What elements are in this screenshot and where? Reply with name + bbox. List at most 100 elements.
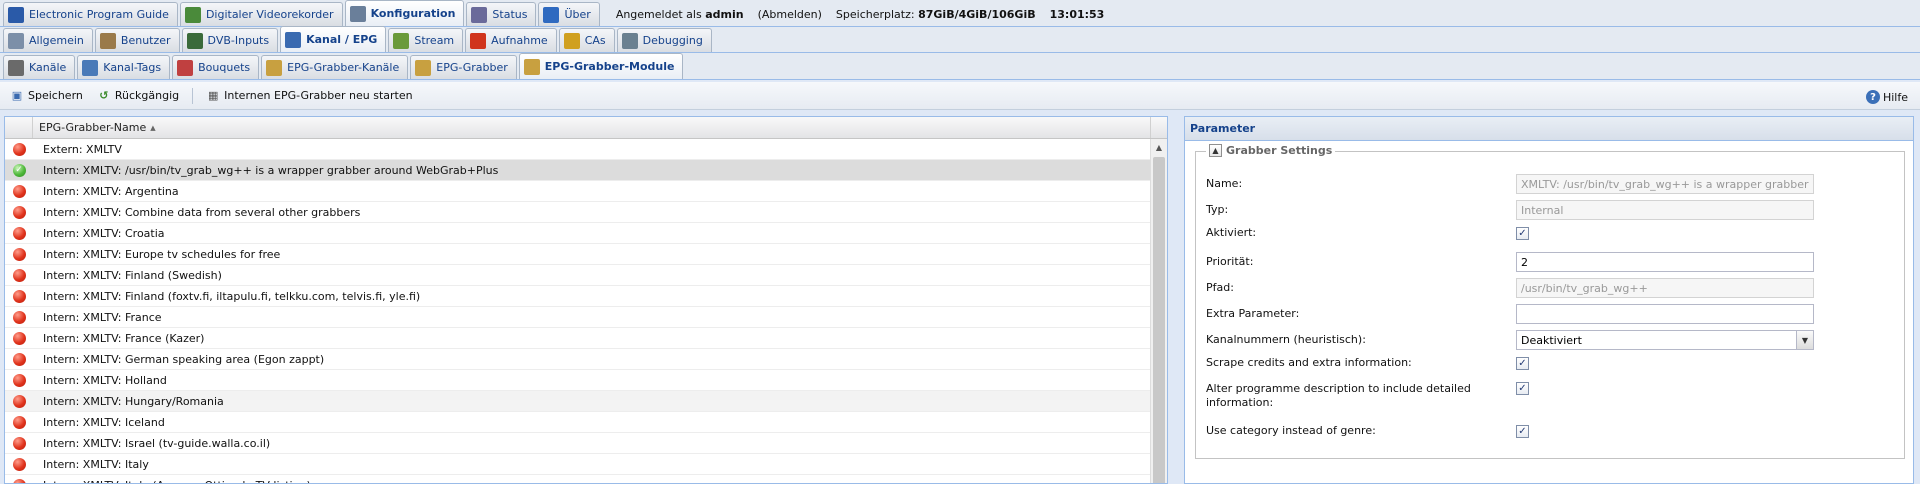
restart-epg-grabber-button[interactable]: ▦ Internen EPG-Grabber neu starten <box>202 87 416 105</box>
enabled-checkbox[interactable]: ✓ <box>1516 226 1529 240</box>
table-row[interactable]: Intern: XMLTV: Italy <box>5 454 1150 475</box>
grid-scrollbar[interactable]: ▲ <box>1150 139 1167 483</box>
disabled-status-icon <box>12 268 26 282</box>
table-row[interactable]: Intern: XMLTV: Holland <box>5 370 1150 391</box>
table-row[interactable]: Intern: XMLTV: Europe tv schedules for f… <box>5 244 1150 265</box>
use-category-checkbox[interactable]: ✓ <box>1516 424 1529 438</box>
panel-title: Parameter <box>1185 117 1913 141</box>
type-field[interactable]: Internal <box>1516 200 1814 220</box>
help-icon: ? <box>1865 90 1880 104</box>
scrape-credits-checkbox[interactable]: ✓ <box>1516 356 1529 370</box>
table-row[interactable]: ✓ Intern: XMLTV: /usr/bin/tv_grab_wg++ is… <box>5 160 1150 181</box>
help-button[interactable]: ? Hilfe <box>1862 88 1912 106</box>
config-tab-allgemein[interactable]: Allgemein <box>3 28 93 52</box>
grabber-name: Intern: XMLTV: Croatia <box>43 226 165 240</box>
folder-icon <box>523 58 540 75</box>
storage-text: Speicherplatz: 87GiB/4GiB/106GiB <box>835 7 1036 21</box>
path-label: Pfad: <box>1206 281 1234 294</box>
disabled-status-icon <box>12 142 26 156</box>
table-row[interactable]: Intern: XMLTV: Hungary/Romania <box>5 391 1150 412</box>
table-row[interactable]: Intern: XMLTV: Croatia <box>5 223 1150 244</box>
table-row[interactable]: Intern: XMLTV: German speaking area (Ego… <box>5 349 1150 370</box>
alter-description-row: Alter programme description to include d… <box>1206 382 1896 410</box>
epg-icon <box>8 6 24 23</box>
sub-tab-kanal-tags[interactable]: Kanal-Tags <box>77 55 171 79</box>
tv-icon <box>285 31 302 48</box>
collapse-icon[interactable]: ▲ <box>1209 144 1222 157</box>
path-row: Pfad: /usr/bin/tv_grab_wg++ <box>1206 278 1896 298</box>
grabber-name: Intern: XMLTV: Italy <box>43 457 149 471</box>
info-icon <box>543 6 560 23</box>
table-row[interactable]: Intern: XMLTV: Finland (foxtv.fi, iltapu… <box>5 286 1150 307</box>
name-column-header[interactable]: EPG-Grabber-Name ▲ <box>33 117 1151 138</box>
enabled-row: Aktiviert: ✓ <box>1206 226 1896 240</box>
grabber-name: Intern: XMLTV: Holland <box>43 373 167 387</box>
priority-field[interactable]: 2 <box>1516 252 1814 272</box>
logout-link[interactable]: (Abmelden) <box>758 8 822 21</box>
table-row[interactable]: Intern: XMLTV: Italy (Accesso Ottimale T… <box>5 475 1150 483</box>
disabled-status-icon <box>12 373 26 387</box>
chevron-down-icon[interactable]: ▼ <box>1796 331 1813 349</box>
sub-tab-kanäle[interactable]: Kanäle <box>3 55 76 79</box>
table-row[interactable]: Extern: XMLTV <box>5 139 1150 160</box>
sort-asc-icon: ▲ <box>150 123 156 132</box>
save-button[interactable]: ▣ Speichern <box>6 87 87 105</box>
main-tab-status[interactable]: Status <box>466 2 537 26</box>
config-tab-stream[interactable]: Stream <box>388 28 464 52</box>
alter-description-checkbox[interactable]: ✓ <box>1516 382 1529 395</box>
tags-icon <box>82 59 99 76</box>
record-icon <box>470 32 487 49</box>
extra-parameter-field[interactable] <box>1516 304 1814 324</box>
channel-numbers-select[interactable]: Deaktiviert ▼ <box>1516 330 1814 350</box>
grabber-name: Intern: XMLTV: Combine data from several… <box>43 205 361 219</box>
use-category-label: Use category instead of genre: <box>1206 424 1376 437</box>
main-tab-digitaler-videorekorder[interactable]: Digitaler Videorekorder <box>179 2 343 26</box>
logged-in-text: Angemeldet als admin <box>615 7 744 21</box>
main-tab-über[interactable]: Über <box>538 2 600 26</box>
disabled-status-icon <box>12 457 26 471</box>
table-row[interactable]: Intern: XMLTV: France (Kazer) <box>5 328 1150 349</box>
toolbar-separator <box>192 87 194 104</box>
name-row: Name: XMLTV: /usr/bin/tv_grab_wg++ is a … <box>1206 174 1896 194</box>
status-column-header <box>5 117 33 138</box>
type-label: Typ: <box>1206 203 1229 216</box>
config-tab-aufnahme[interactable]: Aufnahme <box>465 28 557 52</box>
user-icon <box>99 32 116 49</box>
table-row[interactable]: Intern: XMLTV: France <box>5 307 1150 328</box>
scroll-up-icon[interactable]: ▲ <box>1151 139 1167 155</box>
config-tab-kanal-epg[interactable]: Kanal / EPG <box>280 26 387 52</box>
sub-tab-epg-grabber[interactable]: EPG-Grabber <box>410 55 517 79</box>
undo-icon: ↺ <box>99 89 109 102</box>
remote-icon <box>8 59 24 76</box>
save-icon: ▣ <box>11 89 23 102</box>
config-tab-debugging[interactable]: Debugging <box>616 28 712 52</box>
table-row[interactable]: Intern: XMLTV: Argentina <box>5 181 1150 202</box>
disabled-status-icon <box>12 310 26 324</box>
folder-icon <box>266 59 283 76</box>
grabber-name: Intern: XMLTV: Europe tv schedules for f… <box>43 247 281 261</box>
main-tab-electronic-program-guide[interactable]: Electronic Program Guide <box>3 2 178 26</box>
sub-tab-epg-grabber-module[interactable]: EPG-Grabber-Module <box>518 53 684 79</box>
config-tab-dvb-inputs[interactable]: DVB-Inputs <box>181 28 279 52</box>
sub-tab-bouquets[interactable]: Bouquets <box>172 55 260 79</box>
extra-parameter-label: Extra Parameter: <box>1206 307 1300 320</box>
name-field[interactable]: XMLTV: /usr/bin/tv_grab_wg++ is a wrappe… <box>1516 174 1814 194</box>
sub-tab-epg-grabber-kanäle[interactable]: EPG-Grabber-Kanäle <box>261 55 409 79</box>
bouquet-icon <box>177 59 194 76</box>
config-tab-benutzer[interactable]: Benutzer <box>94 28 180 52</box>
path-field[interactable]: /usr/bin/tv_grab_wg++ <box>1516 278 1814 298</box>
undo-button[interactable]: ↺ Rückgängig <box>93 87 183 105</box>
grabber-name: Intern: XMLTV: German speaking area (Ego… <box>43 352 325 366</box>
scrape-credits-row: Scrape credits and extra information: ✓ <box>1206 356 1896 370</box>
config-tab-cas[interactable]: CAs <box>558 28 615 52</box>
header-info: Angemeldet als admin (Abmelden) Speicher… <box>616 2 1105 26</box>
name-label: Name: <box>1206 177 1243 190</box>
scroll-thumb[interactable] <box>1153 157 1165 483</box>
table-row[interactable]: Intern: XMLTV: Iceland <box>5 412 1150 433</box>
table-row[interactable]: Intern: XMLTV: Finland (Swedish) <box>5 265 1150 286</box>
grabber-name: Extern: XMLTV <box>43 142 122 156</box>
enabled-status-icon: ✓ <box>12 163 26 177</box>
table-row[interactable]: Intern: XMLTV: Combine data from several… <box>5 202 1150 223</box>
table-row[interactable]: Intern: XMLTV: Israel (tv-guide.walla.co… <box>5 433 1150 454</box>
main-tab-konfiguration[interactable]: Konfiguration <box>344 0 465 26</box>
